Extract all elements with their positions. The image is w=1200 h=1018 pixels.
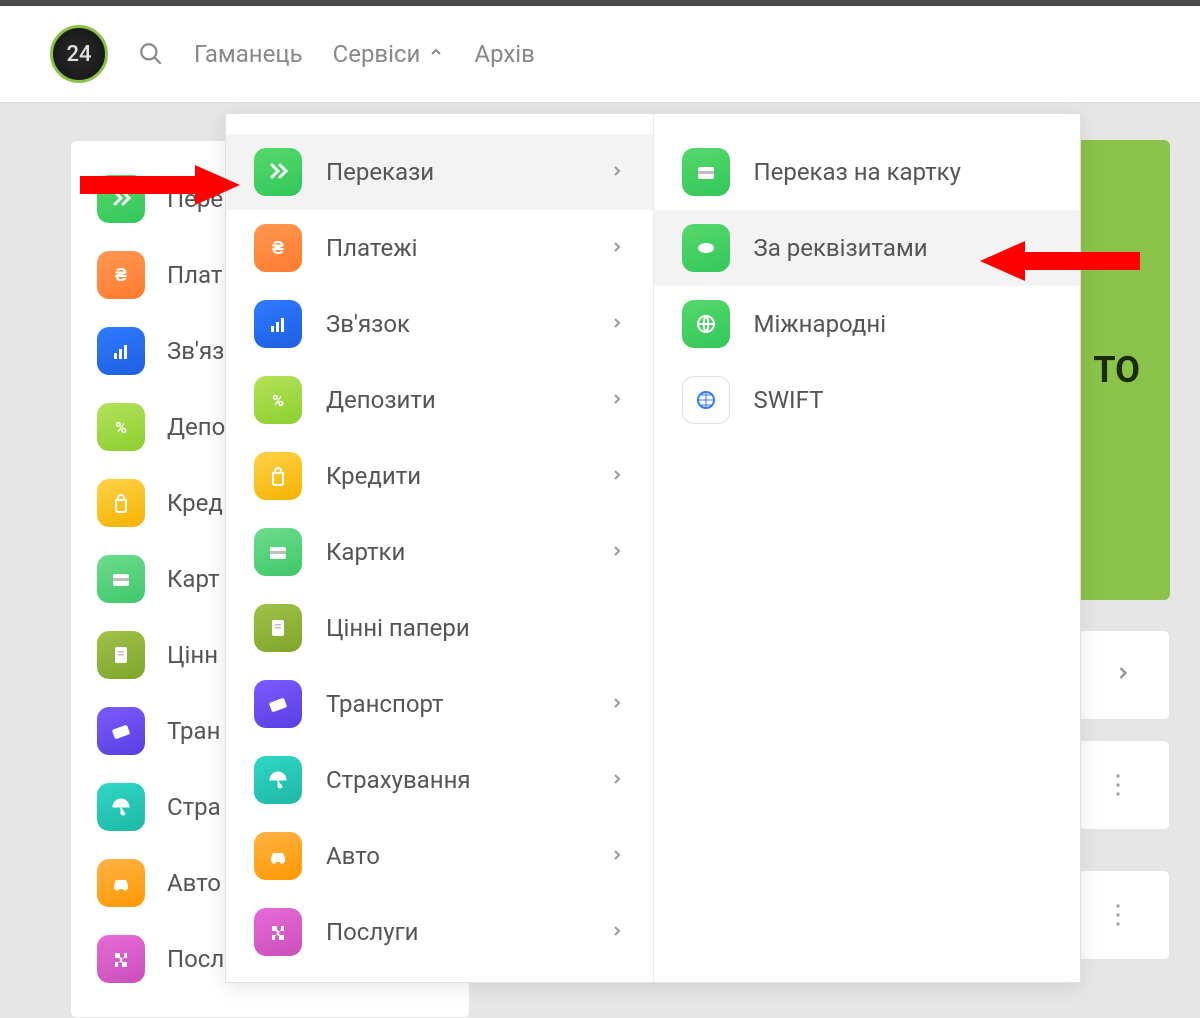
menu-item-percent[interactable]: Депозити — [226, 362, 653, 438]
umbrella-icon — [97, 783, 145, 831]
menu-item-bag[interactable]: Кредити — [226, 438, 653, 514]
menu-item-uah[interactable]: Платежі — [226, 210, 653, 286]
bars-icon — [254, 300, 302, 348]
card-icon — [682, 148, 730, 196]
chevron-right-icon — [609, 160, 625, 184]
menu-item-chevrons[interactable]: Перекази — [226, 134, 653, 210]
submenu-item-3[interactable]: SWIFT — [654, 362, 1081, 438]
globe-icon — [682, 300, 730, 348]
bg-sidebar-label: Посл — [167, 945, 224, 973]
bag-icon — [97, 479, 145, 527]
bars-icon — [97, 327, 145, 375]
nav-wallet-label: Гаманець — [194, 40, 303, 68]
puzzle-icon — [254, 908, 302, 956]
menu-item-doc[interactable]: Цінні папери — [226, 590, 653, 666]
nav-services[interactable]: Сервіси — [333, 40, 445, 68]
bg-green-text: ТО — [1093, 349, 1140, 391]
chevrons-icon — [97, 175, 145, 223]
percent-icon — [97, 403, 145, 451]
nav-services-label: Сервіси — [333, 40, 421, 68]
ticket-icon — [254, 680, 302, 728]
menu-item-label: Транспорт — [326, 690, 444, 718]
submenu-item-label: За реквізитами — [754, 234, 928, 262]
bg-sidebar-label: Карт — [167, 565, 220, 593]
chevron-right-icon — [609, 312, 625, 336]
header: 24 Гаманець Сервіси Архів — [0, 6, 1200, 103]
submenu-item-label: Переказ на картку — [754, 158, 962, 186]
doc-icon — [97, 631, 145, 679]
menu-item-label: Послуги — [326, 918, 419, 946]
card-icon — [254, 528, 302, 576]
services-mega-menu: Перекази Платежі Зв'язок Депозити Кредити Кар… — [225, 113, 1081, 983]
menu-item-label: Платежі — [326, 234, 417, 262]
menu-item-label: Авто — [326, 842, 380, 870]
menu-col-categories: Перекази Платежі Зв'язок Депозити Кредити Кар… — [226, 114, 653, 982]
menu-item-car[interactable]: Авто — [226, 818, 653, 894]
chevron-right-icon — [1113, 660, 1133, 690]
umbrella-icon — [254, 756, 302, 804]
chevron-right-icon — [609, 692, 625, 716]
menu-item-bars[interactable]: Зв'язок — [226, 286, 653, 362]
map-icon — [682, 224, 730, 272]
bg-sidebar-label: Стра — [167, 793, 221, 821]
bg-sidebar-label: Авто — [167, 869, 221, 897]
nav-wallet[interactable]: Гаманець — [194, 40, 303, 68]
menu-item-label: Цінні папери — [326, 614, 470, 642]
uah-icon — [97, 251, 145, 299]
app-logo[interactable]: 24 — [50, 25, 108, 83]
submenu-item-label: Міжнародні — [754, 310, 887, 338]
menu-item-label: Страхування — [326, 766, 471, 794]
bag-icon — [254, 452, 302, 500]
ticket-icon — [97, 707, 145, 755]
percent-icon — [254, 376, 302, 424]
chevrons-icon — [254, 148, 302, 196]
chevron-right-icon — [609, 768, 625, 792]
chevron-right-icon — [609, 920, 625, 944]
chevron-right-icon — [609, 540, 625, 564]
bg-sidebar-label: Кред — [167, 489, 223, 517]
puzzle-icon — [97, 935, 145, 983]
menu-item-puzzle[interactable]: Послуги — [226, 894, 653, 970]
bg-sidebar-label: Тран — [167, 717, 220, 745]
menu-item-ticket[interactable]: Транспорт — [226, 666, 653, 742]
chevron-right-icon — [609, 844, 625, 868]
uah-icon — [254, 224, 302, 272]
card-icon — [97, 555, 145, 603]
more-icon: ⋮ — [1105, 900, 1133, 930]
menu-item-label: Картки — [326, 538, 405, 566]
submenu-item-0[interactable]: Переказ на картку — [654, 134, 1081, 210]
menu-item-label: Кредити — [326, 462, 421, 490]
menu-item-label: Депозити — [326, 386, 436, 414]
chevron-right-icon — [609, 464, 625, 488]
search-icon[interactable] — [138, 41, 164, 67]
bg-sidebar-label: Цінн — [167, 641, 218, 669]
menu-col-submenu: Переказ на картку За реквізитами Міжнародн… — [653, 114, 1081, 982]
doc-icon — [254, 604, 302, 652]
chevron-right-icon — [609, 388, 625, 412]
more-icon: ⋮ — [1105, 770, 1133, 800]
bg-sidebar-label: Депо — [167, 413, 225, 441]
bg-sidebar-label: Зв'яз — [167, 337, 224, 365]
bg-sidebar-label: Плат — [167, 261, 222, 289]
menu-item-label: Зв'язок — [326, 310, 410, 338]
car-icon — [97, 859, 145, 907]
swift-icon — [682, 376, 730, 424]
bg-sidebar-label: Пере — [167, 185, 223, 213]
menu-item-label: Перекази — [326, 158, 434, 186]
chevron-right-icon — [609, 236, 625, 260]
nav-archive[interactable]: Архів — [474, 40, 534, 68]
nav-archive-label: Архів — [474, 40, 534, 68]
car-icon — [254, 832, 302, 880]
submenu-item-2[interactable]: Міжнародні — [654, 286, 1081, 362]
chevron-up-icon — [428, 44, 444, 64]
menu-item-card[interactable]: Картки — [226, 514, 653, 590]
submenu-item-1[interactable]: За реквізитами — [654, 210, 1081, 286]
logo-text: 24 — [66, 42, 91, 67]
menu-item-umbrella[interactable]: Страхування — [226, 742, 653, 818]
submenu-item-label: SWIFT — [754, 386, 824, 414]
